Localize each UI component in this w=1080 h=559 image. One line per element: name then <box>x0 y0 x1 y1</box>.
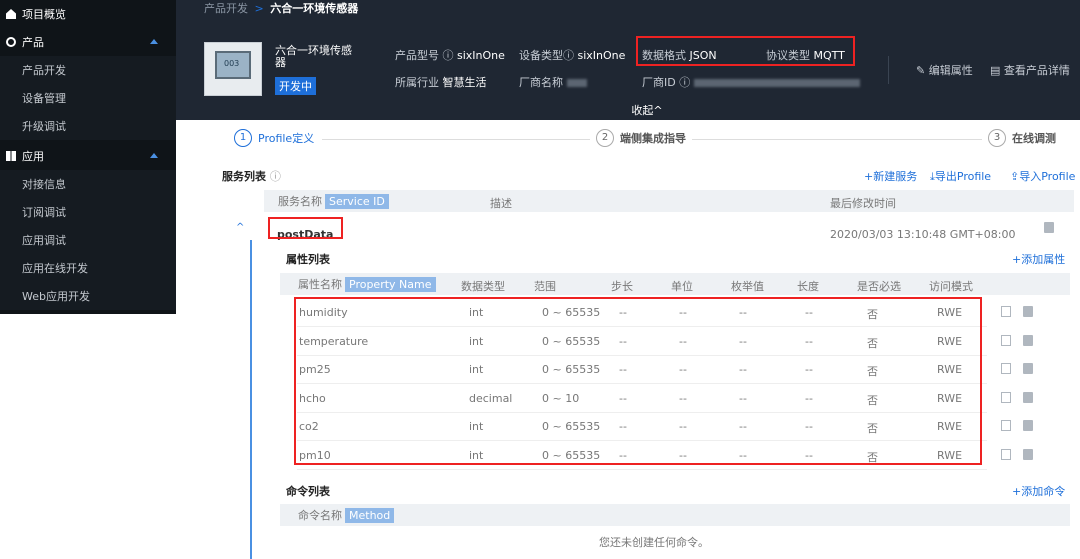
import-profile-button[interactable]: ⇪导入Profile <box>1010 168 1075 184</box>
add-command-button[interactable]: +添加命令 <box>1012 483 1065 499</box>
breadcrumb-parent[interactable]: 产品开发 <box>204 2 248 15</box>
step-line <box>692 139 982 140</box>
command-list-title: 命令列表 <box>286 485 330 498</box>
edit-icon[interactable] <box>1001 391 1011 403</box>
edit-icon[interactable] <box>1001 334 1011 346</box>
sidebar-item-web-dev[interactable]: Web应用开发 <box>0 282 176 310</box>
sidebar-item-label: 对接信息 <box>22 178 66 191</box>
product-header: 产品开发 > 六合一环境传感器 003 六合一环境传感器 开发中 产品型号 ⓘ … <box>176 0 1080 120</box>
step-integration[interactable]: 2 端侧集成指导 <box>596 129 686 147</box>
sidebar-item-online-dev[interactable]: 应用在线开发 <box>0 254 176 282</box>
chevron-up-icon[interactable]: ^ <box>236 222 244 233</box>
sidebar-item-product[interactable]: 产品 <box>0 28 176 56</box>
edit-icon[interactable] <box>1001 420 1011 432</box>
sidebar-item-label: 产品开发 <box>22 64 66 77</box>
new-service-button[interactable]: +新建服务 <box>864 168 917 184</box>
device-type-field: 设备类型ⓘ sixInOne <box>519 49 626 62</box>
service-modified: 2020/03/03 13:10:48 GMT+08:00 <box>830 228 1016 241</box>
sidebar-item-overview[interactable]: 项目概览 <box>0 0 176 28</box>
redacted-value <box>693 79 860 87</box>
edit-icon[interactable] <box>1001 363 1011 375</box>
step-line <box>322 139 590 140</box>
trash-icon[interactable] <box>1023 449 1033 460</box>
sidebar-item-label: 升级调试 <box>22 120 66 133</box>
service-table-header: 服务名称 Service ID 描述 最后修改时间 <box>264 190 1074 212</box>
info-icon: ⓘ <box>563 49 574 62</box>
chevron-up-icon <box>150 153 158 158</box>
trash-icon[interactable] <box>1023 306 1033 317</box>
export-profile-button[interactable]: ⤓导出Profile <box>930 168 991 184</box>
property-table-header: 属性名称 Property Name 数据类型 范围 步长 单位 枚举值 长度 是… <box>280 273 1070 295</box>
sidebar-item-integration[interactable]: 对接信息 <box>0 170 176 198</box>
trash-icon[interactable] <box>1023 334 1033 346</box>
trash-icon[interactable] <box>1044 222 1054 233</box>
document-icon: ▤ <box>990 64 1001 77</box>
trash-icon[interactable] <box>1023 420 1033 432</box>
sidebar-item-label: 应用 <box>22 150 44 163</box>
step-profile[interactable]: 1 Profile定义 <box>234 129 314 147</box>
edit-icon[interactable] <box>1001 449 1011 460</box>
vendor-id-field: 厂商ID ⓘ <box>642 74 860 90</box>
expand-bar <box>250 240 252 559</box>
sidebar-item-app-debug[interactable]: 应用调试 <box>0 226 176 254</box>
vendor-field: 厂商名称 <box>519 74 587 90</box>
sidebar-item-label: Web应用开发 <box>22 290 90 303</box>
sidebar-item-device-mgmt[interactable]: 设备管理 <box>0 84 176 112</box>
status-badge: 开发中 <box>275 77 316 95</box>
grid-icon <box>6 151 16 161</box>
main-content: 1 Profile定义 2 端侧集成指导 3 在线调测 服务列表 ⓘ +新建服务 ⤓导… <box>204 120 1080 559</box>
breadcrumb: 产品开发 > 六合一环境传感器 <box>204 0 358 16</box>
service-list-title: 服务列表 ⓘ <box>222 170 281 183</box>
model-field: 产品型号 ⓘ sixInOne <box>395 49 505 62</box>
edit-icon[interactable] <box>1001 306 1011 317</box>
command-table-header: 命令名称 Method <box>280 504 1070 526</box>
breadcrumb-current: 六合一环境传感器 <box>270 2 359 15</box>
info-icon: ⓘ <box>442 49 454 62</box>
step-bar: 1 Profile定义 2 端侧集成指导 3 在线调测 <box>204 120 1080 160</box>
highlight-box <box>268 217 343 239</box>
home-icon <box>6 9 16 19</box>
step-online-debug[interactable]: 3 在线调测 <box>988 129 1056 147</box>
empty-commands-message: 您还未创建任何命令。 <box>599 536 709 549</box>
industry-field: 所属行业 智慧生活 <box>395 76 487 89</box>
sidebar-item-label: 设备管理 <box>22 92 66 105</box>
product-name: 六合一环境传感器 <box>275 44 352 69</box>
sidebar-blank <box>0 314 176 559</box>
trash-icon[interactable] <box>1023 363 1033 375</box>
sidebar-item-label: 应用在线开发 <box>22 262 88 275</box>
add-property-button[interactable]: +添加属性 <box>1012 251 1065 267</box>
sidebar-item-label: 应用调试 <box>22 234 66 247</box>
sidebar: 项目概览 产品 产品开发 设备管理 升级调试 应用 对接信息 订阅调试 应用调试… <box>0 0 176 559</box>
info-icon: ⓘ <box>679 76 691 89</box>
sidebar-item-product-dev[interactable]: 产品开发 <box>0 56 176 84</box>
sidebar-item-label: 产品 <box>22 36 44 49</box>
breadcrumb-separator: > <box>254 2 264 15</box>
product-image: 003 <box>204 42 262 96</box>
edit-icon: ✎ <box>916 64 926 77</box>
divider <box>888 56 889 84</box>
trash-icon[interactable] <box>1023 391 1033 403</box>
sidebar-item-upgrade-debug[interactable]: 升级调试 <box>0 112 176 140</box>
highlight-box <box>636 36 855 66</box>
highlight-box <box>294 297 982 465</box>
product-detail-link[interactable]: ▤ 查看产品详情 <box>990 62 1070 78</box>
sidebar-item-app[interactable]: 应用 <box>0 142 176 170</box>
upload-icon: ⇪ <box>1010 170 1020 183</box>
sidebar-item-label: 项目概览 <box>22 8 66 21</box>
collapse-button[interactable]: 收起^ <box>618 102 676 120</box>
product-icon <box>6 37 16 47</box>
sidebar-item-subscribe-debug[interactable]: 订阅调试 <box>0 198 176 226</box>
info-icon: ⓘ <box>269 170 281 183</box>
edit-properties-link[interactable]: ✎ 编辑属性 <box>916 62 973 78</box>
sidebar-item-label: 订阅调试 <box>22 206 66 219</box>
property-list-title: 属性列表 <box>286 253 330 266</box>
chevron-up-icon <box>150 39 158 44</box>
redacted-value <box>566 79 587 87</box>
